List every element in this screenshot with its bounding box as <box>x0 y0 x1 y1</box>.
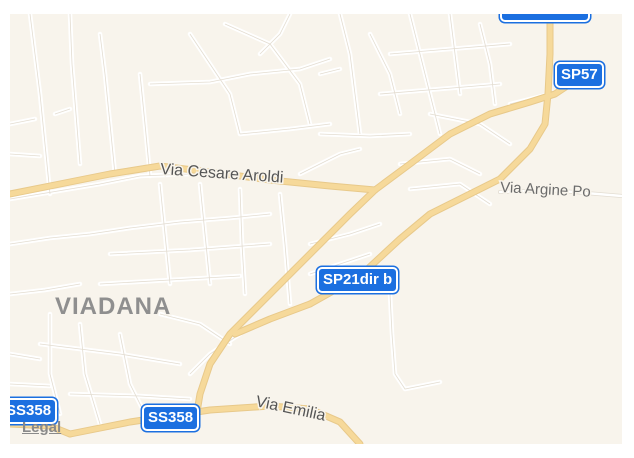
legal-link[interactable]: Legal <box>22 419 61 436</box>
town-label-viadana: VIADANA <box>55 293 171 320</box>
street-label-via-emilia: Via Emilia <box>254 393 327 424</box>
route-shield-sp57[interactable]: SP57 <box>555 62 604 88</box>
minor-roads-outline <box>10 14 550 424</box>
map-canvas: Via Cesare Aroldi Via Argine Po Via Emil… <box>10 14 622 444</box>
route-shield-ss358-center[interactable]: SS358 <box>142 405 200 431</box>
route-shield-cutoff[interactable] <box>500 14 590 22</box>
map-view[interactable]: Via Cesare Aroldi Via Argine Po Via Emil… <box>10 14 622 444</box>
route-shield-sp21dir-b[interactable]: SP21dir b <box>317 267 399 293</box>
major-roads <box>10 14 622 444</box>
street-label-via-argine-po: Via Argine Po <box>500 179 591 201</box>
minor-roads <box>10 14 553 427</box>
street-label-via-cesare-aroldi: Via Cesare Aroldi <box>160 161 284 187</box>
